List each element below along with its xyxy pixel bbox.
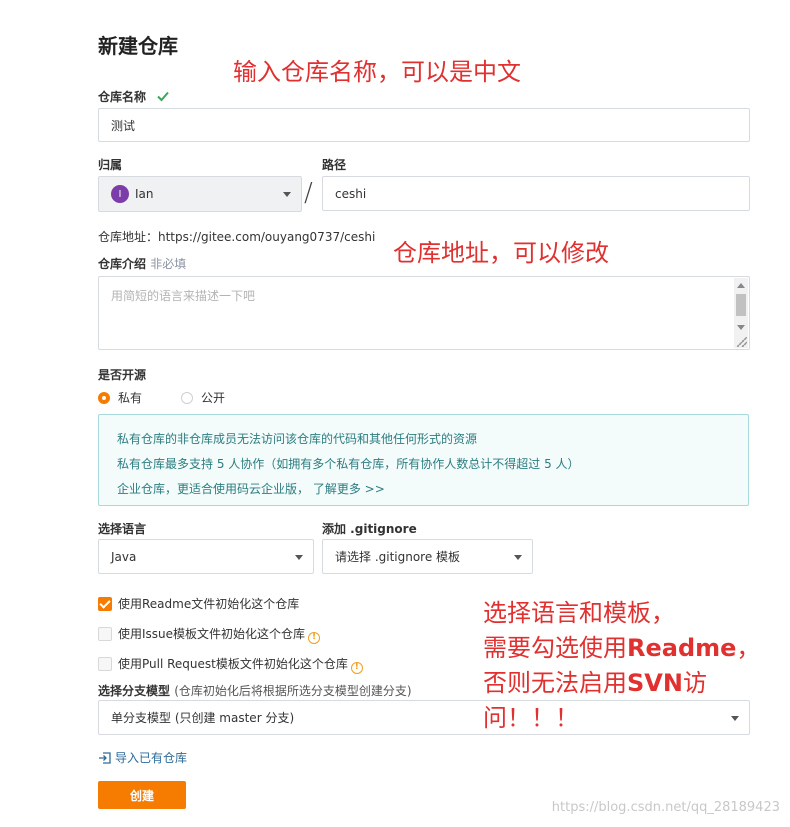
info-line-1: 私有仓库的非仓库成员无法访问该仓库的代码和其他任何形式的资源 [117,432,478,446]
info-line-2: 私有仓库最多支持 5 人协作（如拥有多个私有仓库，所有协作人数总计不得超过 5 … [117,457,580,471]
repo-name-label-text: 仓库名称 [98,90,147,104]
branch-model-label: 选择分支模型 (仓库初始化后将根据所选分支模型创建分支) [98,682,412,699]
repo-address: 仓库地址：https://gitee.com/ouyang0737/ceshi [98,230,376,244]
page-title: 新建仓库 [98,34,178,58]
init-issue-label: 使用Issue模板文件初始化这个仓库 [118,627,306,641]
init-readme-label: 使用Readme文件初始化这个仓库 [118,597,300,611]
repo-name-label: 仓库名称 [98,88,170,105]
annotation-template-line-1: 选择语言和模板， [483,599,675,627]
annotation-template-line-2-prefix: 需要勾选使用 [483,634,627,662]
chevron-down-icon [514,554,522,560]
init-issue-option[interactable]: 使用Issue模板文件初始化这个仓库! [98,623,321,644]
init-pr-label: 使用Pull Request模板文件初始化这个仓库 [118,657,348,671]
import-icon [99,752,111,764]
intro-textarea[interactable]: 用简短的语言来描述一下吧 [98,276,750,350]
intro-label: 仓库介绍 非必填 [98,255,186,272]
annotation-template-line-2-suffix: ， [736,634,761,662]
annotation-template-note: 选择语言和模板， 需要勾选使用Readme， 否则无法启用SVN访 问！！！ [483,596,760,736]
radio-selected-icon[interactable] [98,392,110,404]
intro-placeholder: 用简短的语言来描述一下吧 [111,289,256,303]
checkbox-unchecked-icon[interactable] [98,627,112,641]
private-info-box: 私有仓库的非仓库成员无法访问该仓库的代码和其他任何形式的资源 私有仓库最多支持 … [98,414,749,506]
annotation-address-note: 仓库地址，可以修改 [393,239,609,267]
chevron-down-icon [295,554,303,560]
init-pr-option[interactable]: 使用Pull Request模板文件初始化这个仓库! [98,653,363,674]
checkbox-checked-icon[interactable] [98,597,112,611]
branch-model-hint: (仓库初始化后将根据所选分支模型创建分支) [174,684,412,698]
optional-hint: 非必填 [150,257,187,271]
path-input[interactable]: ceshi [322,176,750,211]
owner-value: Ian [135,187,154,201]
import-label: 导入已有仓库 [115,751,188,765]
info-line-3-prefix: 企业仓库，更适合使用码云企业版， [117,482,310,496]
watermark: https://blog.csdn.net/qq_28189423 [551,800,780,815]
gitignore-select[interactable]: 请选择 .gitignore 模板 [322,539,533,574]
annotation-template-line-2-bold: Readme [627,634,737,662]
annotation-template-line-2: 需要勾选使用Readme， [483,631,760,666]
gitignore-label: 添加 .gitignore [322,522,417,536]
branch-model-value: 单分支模型 (只创建 master 分支) [111,711,295,725]
repo-name-input[interactable]: 测试 [98,108,750,142]
visibility-option-public[interactable]: 公开 [181,387,225,406]
annotation-name-note: 输入仓库名称，可以是中文 [233,58,521,86]
public-label: 公开 [201,391,226,405]
annotation-template-line-3-prefix: 否则无法启用 [483,669,627,697]
chevron-down-icon [283,192,291,197]
branch-model-label-text: 选择分支模型 [98,684,171,698]
annotation-template-line-3: 否则无法启用SVN访 [483,666,760,701]
info-line-3: 企业仓库，更适合使用码云企业版， 了解更多 >> [117,477,730,502]
resize-grip-icon[interactable] [737,337,747,347]
annotation-template-line-3-suffix: 访 [682,669,707,697]
import-repo-link[interactable]: 导入已有仓库 [98,749,187,766]
check-icon [157,91,169,102]
language-label: 选择语言 [98,522,147,536]
scroll-up-icon[interactable] [737,283,745,288]
info-icon[interactable]: ! [308,632,321,644]
visibility-option-private[interactable]: 私有 [98,387,142,406]
path-label: 路径 [322,158,347,172]
intro-label-text: 仓库介绍 [98,257,147,271]
language-select[interactable]: Java [98,539,314,574]
owner-label: 归属 [98,158,123,172]
visibility-label: 是否开源 [98,368,147,382]
init-readme-option[interactable]: 使用Readme文件初始化这个仓库 [98,593,299,612]
owner-select[interactable]: I Ian [98,176,302,212]
scroll-thumb[interactable] [736,294,746,316]
checkbox-unchecked-icon[interactable] [98,657,112,671]
avatar: I [111,185,129,203]
radio-unselected-icon[interactable] [181,392,193,404]
learn-more-link[interactable]: 了解更多 >> [313,482,385,496]
scroll-down-icon[interactable] [737,325,745,330]
private-label: 私有 [118,391,143,405]
language-value: Java [111,549,137,564]
gitignore-value: 请选择 .gitignore 模板 [335,550,461,564]
annotation-template-line-3-bold: SVN [627,669,683,697]
annotation-template-line-4: 问！！！ [483,704,579,732]
info-icon[interactable]: ! [350,662,363,674]
create-button[interactable]: 创建 [98,781,186,809]
path-separator: / [304,178,313,208]
